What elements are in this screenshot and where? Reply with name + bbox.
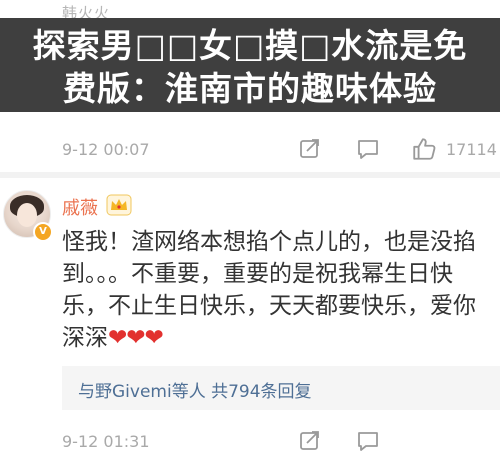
timestamp: 9-12 01:31	[62, 432, 150, 451]
replies-link[interactable]: 与野Givemi等人 共794条回复	[78, 377, 312, 402]
banner-title-line-1: 探索男□□女□摸□水流是免	[32, 26, 468, 65]
banner-title-line-2: 费版：淮南市的趣味体验	[63, 69, 437, 108]
timestamp: 9-12 00:07	[62, 140, 150, 159]
comment-button[interactable]	[354, 134, 382, 164]
replies-names: 与野Givemi等人	[78, 382, 206, 402]
share-button[interactable]	[296, 426, 324, 456]
divider	[0, 172, 500, 178]
thumbs-up-icon	[413, 138, 436, 160]
share-button[interactable]	[296, 134, 324, 164]
share-icon	[300, 139, 319, 158]
commenter-name[interactable]: 戚薇	[62, 194, 98, 220]
heart-emoji: ❤❤❤	[108, 325, 164, 351]
verified-badge-icon: V	[33, 222, 53, 242]
comment-icon	[358, 140, 378, 159]
share-icon	[300, 431, 319, 450]
replies-summary[interactable]: 与野Givemi等人 共794条回复	[62, 366, 500, 410]
comment-button[interactable]	[354, 426, 382, 456]
comment-body: 怪我！渣网络本想掐个点儿的，也是没掐到。。。不重要，重要的是祝我幂生日快乐，不止…	[62, 226, 498, 354]
avatar-face	[17, 203, 37, 227]
next-meta-row: 9-12 01:31	[0, 420, 500, 464]
comment-icon	[358, 432, 378, 451]
like-button[interactable]	[410, 134, 438, 164]
like-count: 17114	[446, 140, 497, 159]
replies-count: 共794条回复	[211, 382, 312, 402]
crown-icon	[106, 194, 132, 216]
post-meta-row: 9-12 00:07 17114	[0, 128, 500, 172]
